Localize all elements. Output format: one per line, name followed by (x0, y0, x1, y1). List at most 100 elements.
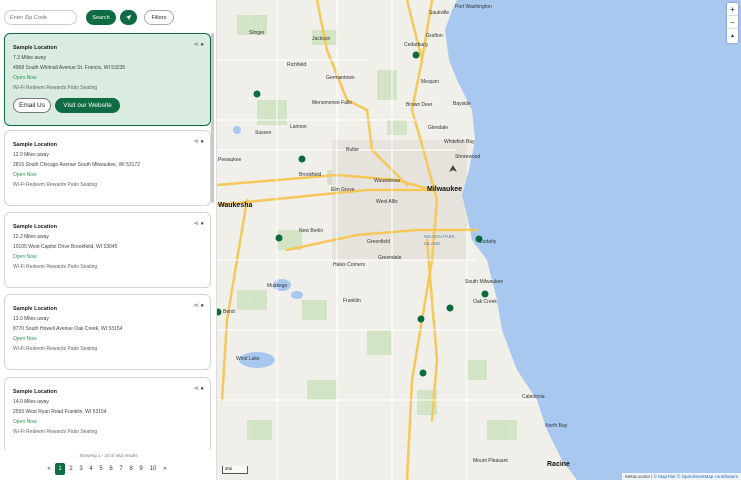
map-marker[interactable] (298, 155, 306, 163)
locate-me-button[interactable] (120, 10, 137, 25)
map-label: Port Washington (455, 4, 492, 10)
map-label: Slinger (249, 30, 265, 36)
page-button[interactable]: 9 (137, 463, 145, 475)
location-title: Sample Location (13, 389, 58, 395)
location-distance: 12.2 Miles away (13, 234, 49, 240)
map-label: New Berlin (299, 228, 324, 234)
map-marker[interactable] (446, 304, 454, 312)
map-label: Cudahy (479, 239, 497, 245)
map-attribution: MetaLocator | © MapTiler © OpenStreetMap… (622, 473, 741, 480)
share-icon[interactable]: ⋖ (194, 386, 199, 392)
share-icon[interactable]: ⋖ (194, 221, 199, 227)
share-icon[interactable]: ⋖ (194, 139, 199, 145)
location-address: 8770 South Howell Avenue Oak Creek, WI 5… (13, 326, 123, 332)
location-address: 2815 South Chicago Avenue South Milwauke… (13, 162, 140, 168)
map-label: Mount Pleasant (473, 458, 508, 464)
map-label: Bend (223, 309, 235, 315)
map-marker[interactable] (419, 369, 427, 377)
map-label: Brown Deer (406, 102, 433, 108)
map-marker[interactable] (417, 315, 425, 323)
map-label: Cedarburg (404, 42, 428, 48)
map-label: Jackson (312, 36, 331, 42)
results-sidebar: Search Filters ⋖ ● Sample Location 7.3 M… (0, 0, 217, 480)
location-features: Wi-Fi Redeem Rewards Patio Seating (13, 182, 98, 188)
map-label: Richfield (287, 62, 307, 68)
map-label: Wauwatosa (374, 178, 400, 184)
location-title: Sample Location (13, 306, 58, 312)
prev-page-button[interactable]: « (45, 463, 53, 475)
zoom-out-button[interactable]: − (727, 16, 738, 29)
maptiler-link[interactable]: © MapTiler (654, 474, 676, 479)
zip-code-input[interactable] (4, 10, 77, 25)
results-count: Showing 1 - 10 of 462 results (79, 453, 138, 458)
map-label: Muskego (267, 283, 288, 289)
map-label: Hales Corners (333, 262, 365, 268)
info-icon[interactable]: ● (200, 139, 204, 145)
open-status: Open Now (13, 75, 37, 81)
open-status: Open Now (13, 336, 37, 342)
share-icon[interactable]: ⋖ (194, 303, 199, 309)
location-features: Wi-Fi Redeem Rewards Patio Seating (13, 264, 98, 270)
map-label: North Bay (545, 423, 568, 429)
osm-link[interactable]: © OpenStreetMap contributors (677, 474, 738, 479)
page-button[interactable]: 6 (107, 463, 115, 475)
info-icon[interactable]: ● (200, 303, 204, 309)
map-label: Shorewood (455, 154, 481, 160)
open-status: Open Now (13, 172, 37, 178)
map-label: Wind Lake (236, 356, 260, 362)
location-address: 4968 South Whitnall Avenue St. Francis, … (13, 65, 126, 71)
map-label: West Allis (376, 199, 398, 205)
zoom-controls: + − ▲ (727, 3, 738, 43)
filters-button[interactable]: Filters (144, 10, 174, 25)
map-label: Racine (547, 461, 570, 468)
page-button[interactable]: 10 (147, 463, 159, 475)
map-label: Menomonee Falls (312, 100, 352, 106)
location-features: Wi-Fi Redeem Rewards Patio Seating (13, 85, 98, 91)
location-title: Sample Location (13, 224, 58, 230)
page-button[interactable]: 7 (117, 463, 125, 475)
map-label: Pewaukee (218, 157, 242, 163)
location-card[interactable]: ⋖ ● Sample Location 12.2 Miles away 1910… (4, 212, 211, 288)
share-icon[interactable]: ⋖ (194, 42, 199, 48)
location-features: Wi-Fi Redeem Rewards Patio Seating (13, 346, 98, 352)
location-distance: 7.3 Miles away (13, 55, 47, 61)
search-button[interactable]: Search (86, 10, 116, 25)
zoom-in-button[interactable]: + (727, 3, 738, 16)
list-scrollbar[interactable] (211, 33, 214, 203)
map-marker[interactable] (412, 51, 420, 59)
info-icon[interactable]: ● (200, 42, 204, 48)
location-list: ⋖ ● Sample Location 7.3 Miles away 4968 … (4, 33, 211, 450)
location-card[interactable]: ⋖ ● Sample Location 12.0 Miles away 2815… (4, 130, 211, 206)
map-label: South Milwaukee (465, 279, 504, 285)
map-marker[interactable] (217, 308, 222, 316)
info-icon[interactable]: ● (200, 221, 204, 227)
page-button[interactable]: 4 (87, 463, 95, 475)
info-icon[interactable]: ● (200, 386, 204, 392)
location-card[interactable]: ⋖ ● Sample Location 7.3 Miles away 4968 … (4, 33, 211, 126)
compass-button[interactable]: ▲ (727, 29, 738, 42)
map-marker[interactable] (253, 90, 261, 98)
map-label: Saukville (429, 10, 450, 16)
location-card[interactable]: ⋖ ● Sample Location 13.0 Miles away 8770… (4, 294, 211, 370)
map-label: Greendale (378, 255, 402, 261)
next-page-button[interactable]: » (161, 463, 169, 475)
email-us-button[interactable]: Email Us (13, 98, 51, 113)
location-card[interactable]: ⋖ ● Sample Location 14.0 Miles away 2555… (4, 377, 211, 450)
map-label: Waukesha (218, 202, 253, 209)
page-button[interactable]: 1 (55, 463, 65, 475)
map-marker[interactable] (481, 290, 489, 298)
page-button[interactable]: 8 (127, 463, 135, 475)
location-title: Sample Location (13, 142, 58, 148)
map-marker[interactable] (275, 234, 283, 242)
page-button[interactable]: 3 (77, 463, 85, 475)
map-label: Brookfield (299, 172, 322, 178)
location-address: 19105 West Capitol Drive Brookfield, WI … (13, 244, 118, 250)
location-distance: 12.0 Miles away (13, 152, 49, 158)
visit-website-button[interactable]: Visit our Website (55, 98, 120, 113)
map-label: Oak Creek (473, 299, 497, 305)
map-label: Grafton (426, 33, 443, 39)
page-button[interactable]: 5 (97, 463, 105, 475)
map-view[interactable]: Port Washington Saukville Jackson Slinge… (217, 0, 741, 480)
page-button[interactable]: 2 (67, 463, 75, 475)
search-bar: Search Filters (4, 10, 214, 26)
